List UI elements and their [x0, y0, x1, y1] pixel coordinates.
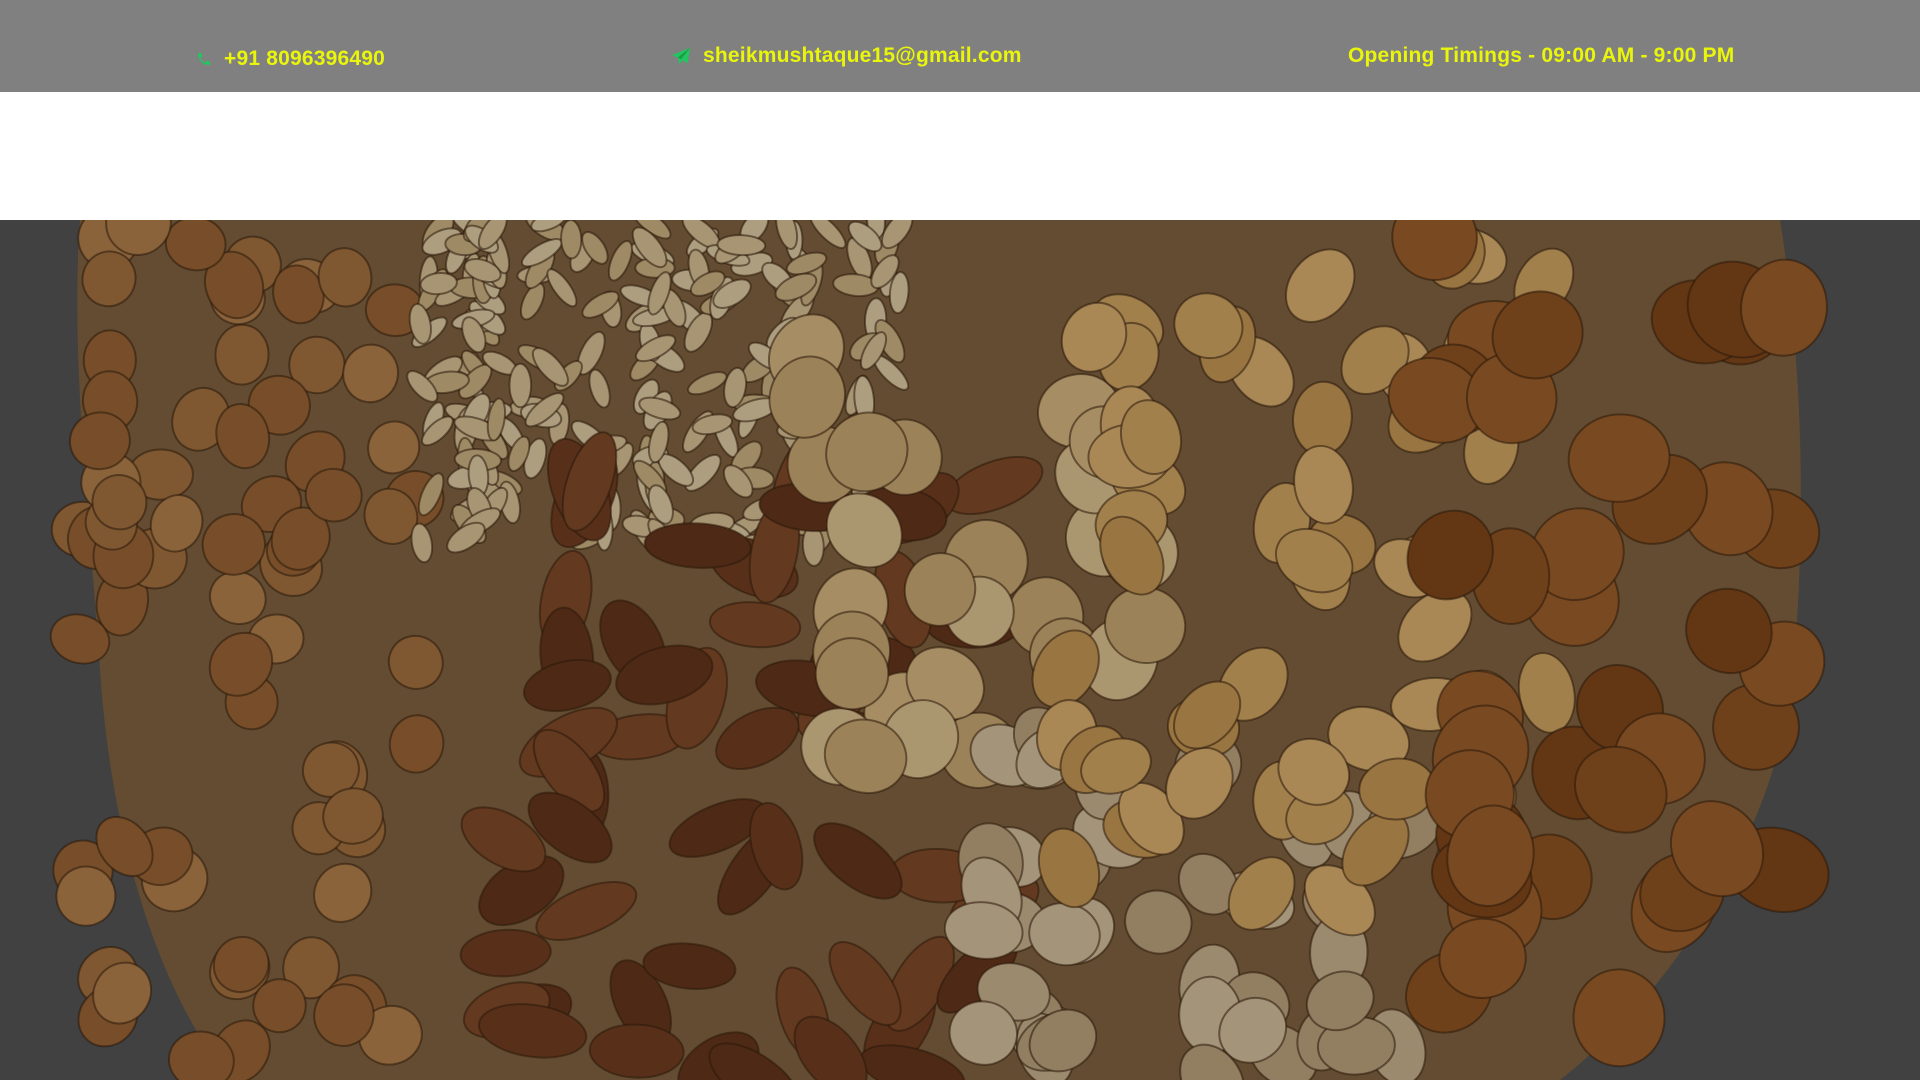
phone-icon: [196, 51, 212, 67]
email-address: sheikmushtaque15@gmail.com: [703, 44, 1022, 67]
contact-email[interactable]: sheikmushtaque15@gmail.com: [671, 44, 1022, 68]
mixed-nuts-image: [49, 220, 1830, 1080]
timings-text: Opening Timings - 09:00 AM - 9:00 PM: [1348, 44, 1735, 67]
opening-timings: Opening Timings - 09:00 AM - 9:00 PM: [1348, 44, 1734, 68]
top-info-bar: +91 8096396490 sheikmushtaque15@gmail.co…: [0, 0, 1920, 92]
navigation-bar: [0, 92, 1920, 220]
phone-number: +91 8096396490: [224, 47, 386, 70]
hero-banner: [0, 220, 1920, 1080]
pine-nut: [560, 220, 583, 260]
pine-nut: [508, 362, 533, 409]
pine-nut: [716, 234, 767, 257]
paper-plane-icon: [671, 47, 691, 65]
contact-phone[interactable]: +91 8096396490: [196, 47, 385, 71]
